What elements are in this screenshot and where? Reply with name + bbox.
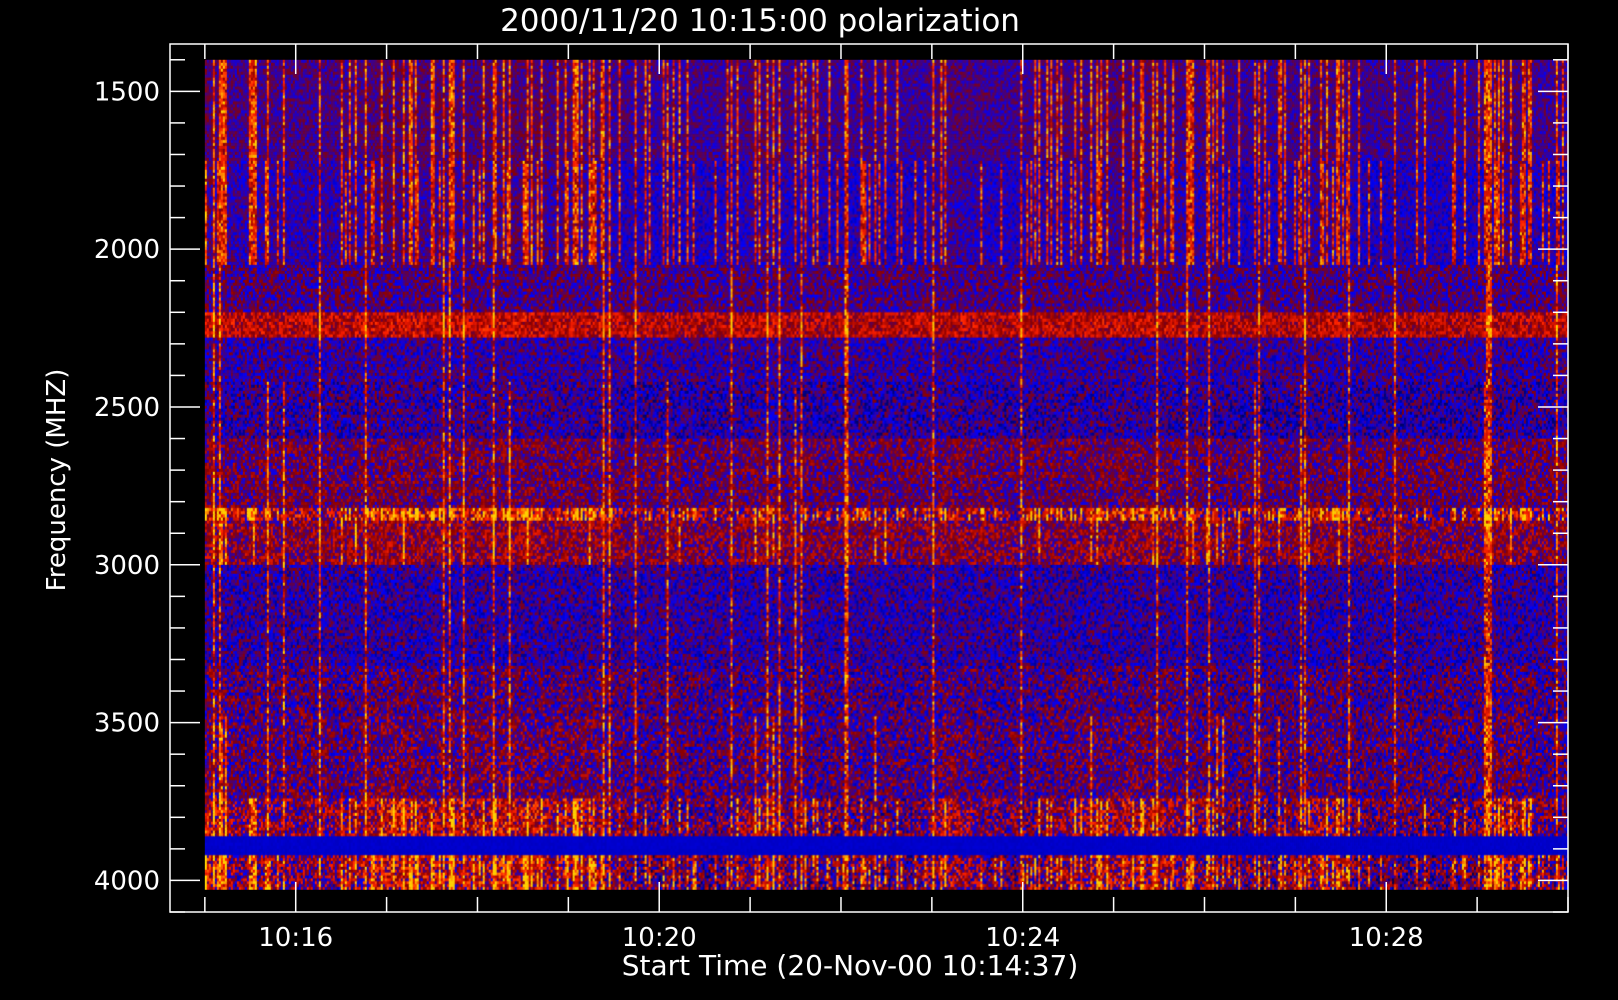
x-tick-label: 10:16 (258, 923, 333, 953)
heatmap-image (204, 59, 1568, 890)
x-axis-label: Start Time (20-Nov-00 10:14:37) (622, 949, 1079, 982)
y-tick-label: 3500 (94, 709, 160, 739)
y-tick-label: 2500 (94, 393, 160, 423)
x-tick-label: 10:28 (1349, 923, 1424, 953)
y-tick-label: 3000 (94, 551, 160, 581)
spectrogram-heatmap (204, 59, 1568, 890)
y-tick-label: 4000 (94, 866, 160, 896)
y-tick-label: 2000 (94, 235, 160, 265)
chart-title: 2000/11/20 10:15:00 polarization (500, 3, 1020, 39)
y-axis-label: Frequency (MHZ) (42, 369, 72, 592)
chart: 2000/11/20 10:15:00 polarization 1500 200… (0, 0, 1618, 1000)
y-tick-label: 1500 (94, 77, 160, 107)
